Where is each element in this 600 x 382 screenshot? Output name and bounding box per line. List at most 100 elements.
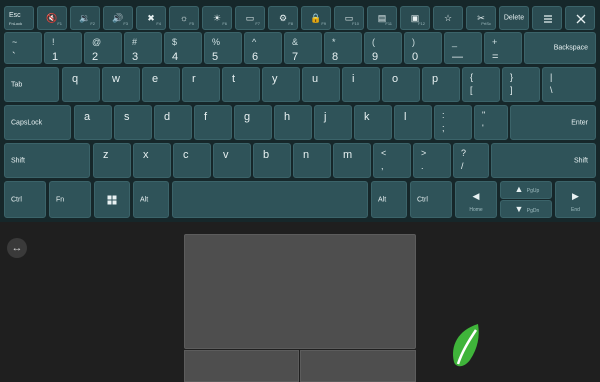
alt-left-key[interactable]: Alt — [133, 181, 169, 218]
key-bottom-label: 9 — [372, 51, 379, 63]
key-x[interactable]: x — [133, 143, 171, 178]
f4-mic-mute-key[interactable]: ✖ F4 — [136, 6, 166, 30]
key-j[interactable]: j — [314, 105, 352, 140]
f10-label: F10 — [352, 21, 359, 26]
key-comma[interactable]: < , — [373, 143, 411, 178]
key-y[interactable]: y — [262, 67, 300, 102]
key-bottom-label: [ — [470, 85, 473, 95]
key-backtick[interactable]: ~ ` — [4, 32, 42, 64]
alt-right-key[interactable]: Alt — [371, 181, 407, 218]
delete-label: Delete — [503, 14, 525, 22]
tab-key[interactable]: Tab — [4, 67, 59, 102]
windows-key[interactable] — [94, 181, 130, 218]
key-u[interactable]: u — [302, 67, 340, 102]
key-label: o — [392, 73, 399, 85]
key-top-label: % — [212, 37, 221, 47]
key-e[interactable]: e — [142, 67, 180, 102]
key-bottom-label: 8 — [332, 51, 339, 63]
key-equals[interactable]: + = — [484, 32, 522, 64]
key-a[interactable]: a — [74, 105, 112, 140]
close-button[interactable] — [565, 6, 595, 30]
key-5[interactable]: % 5 — [204, 32, 242, 64]
key-slash[interactable]: ? / — [453, 143, 489, 178]
key-z[interactable]: z — [93, 143, 131, 178]
key-b[interactable]: b — [253, 143, 291, 178]
key-top-label: > — [421, 148, 427, 158]
right-arrow-key[interactable]: ▶ End — [555, 181, 596, 218]
ctrl-right-key[interactable]: Ctrl — [410, 181, 452, 218]
fn-key[interactable]: Fn — [49, 181, 91, 218]
f5-brightness-down-key[interactable]: ☼ F5 — [169, 6, 199, 30]
key-bracket-open[interactable]: { [ — [462, 67, 500, 102]
key-label: h — [284, 111, 291, 123]
key-m[interactable]: m — [333, 143, 371, 178]
key-n[interactable]: n — [293, 143, 331, 178]
key-quote[interactable]: " ' — [474, 105, 508, 140]
f3-volume-up-key[interactable]: 🔊 F3 — [103, 6, 133, 30]
key-g[interactable]: g — [234, 105, 272, 140]
key-bottom-label: 2 — [92, 51, 99, 63]
f1-mute-key[interactable]: 🔇 F1 — [37, 6, 67, 30]
f5-label: F5 — [189, 21, 194, 26]
touchpad-right-button[interactable] — [300, 350, 416, 382]
key-i[interactable]: i — [342, 67, 380, 102]
enter-key[interactable]: Enter — [510, 105, 596, 140]
key-o[interactable]: o — [382, 67, 420, 102]
left-arrow-key[interactable]: ◀ Home — [455, 181, 497, 218]
key-f[interactable]: f — [194, 105, 232, 140]
key-semicolon[interactable]: : ; — [434, 105, 472, 140]
f12-projector-key[interactable]: ▣ F12 — [400, 6, 430, 30]
shift-right-key[interactable]: Shift — [491, 143, 596, 178]
f2-volume-down-key[interactable]: 🔉 F2 — [70, 6, 100, 30]
key-0[interactable]: ) 0 — [404, 32, 442, 64]
ctrl-left-key[interactable]: Ctrl — [4, 181, 46, 218]
key-h[interactable]: h — [274, 105, 312, 140]
key-q[interactable]: q — [62, 67, 100, 102]
key-2[interactable]: @ 2 — [84, 32, 122, 64]
key-c[interactable]: c — [173, 143, 211, 178]
key-7[interactable]: & 7 — [284, 32, 322, 64]
key-r[interactable]: r — [182, 67, 220, 102]
key-8[interactable]: * 8 — [324, 32, 362, 64]
f9-lock-key[interactable]: 🔒 F9 — [301, 6, 331, 30]
key-p[interactable]: p — [422, 67, 460, 102]
key-1[interactable]: ! 1 — [44, 32, 82, 64]
star-key[interactable]: ☆ — [433, 6, 463, 30]
key-bracket-close[interactable]: } ] — [502, 67, 540, 102]
touchpad-left-button[interactable] — [184, 350, 299, 382]
key-minus[interactable]: _ — — [444, 32, 482, 64]
spacebar[interactable] — [172, 181, 368, 218]
backspace-key[interactable]: Backspace — [524, 32, 596, 64]
f10-laptop-key[interactable]: ▭ F10 — [334, 6, 364, 30]
f7-display-switch-key[interactable]: ▭ F7 — [235, 6, 265, 30]
shift-left-key[interactable]: Shift — [4, 143, 90, 178]
esc-key[interactable]: Esc FnLock — [4, 6, 34, 30]
up-arrow-key[interactable]: ▲ PgUp — [500, 181, 552, 199]
key-3[interactable]: # 3 — [124, 32, 162, 64]
delete-key[interactable]: Delete — [499, 6, 529, 30]
key-4[interactable]: $ 4 — [164, 32, 202, 64]
key-v[interactable]: v — [213, 143, 251, 178]
menu-button[interactable] — [532, 6, 562, 30]
f8-settings-key[interactable]: ⚙ F8 — [268, 6, 298, 30]
key-backslash[interactable]: | \ — [542, 67, 596, 102]
key-t[interactable]: t — [222, 67, 260, 102]
key-k[interactable]: k — [354, 105, 392, 140]
down-arrow-key[interactable]: ▼ PgDn — [500, 200, 552, 218]
f11-calculator-key[interactable]: ▤ F11 — [367, 6, 397, 30]
key-w[interactable]: w — [102, 67, 140, 102]
key-s[interactable]: s — [114, 105, 152, 140]
key-bottom-label: ' — [482, 123, 484, 133]
key-period[interactable]: > . — [413, 143, 451, 178]
key-9[interactable]: ( 9 — [364, 32, 402, 64]
key-bottom-label: / — [461, 161, 464, 171]
key-d[interactable]: d — [154, 105, 192, 140]
key-l[interactable]: l — [394, 105, 432, 140]
resize-toggle-button[interactable]: ↔ — [7, 238, 27, 258]
backspace-label: Backspace — [553, 44, 588, 52]
prtsc-key[interactable]: ✂ PrtSc — [466, 6, 496, 30]
capslock-key[interactable]: CapsLock — [4, 105, 71, 140]
f6-brightness-up-key[interactable]: ☀ F6 — [202, 6, 232, 30]
key-6[interactable]: ^ 6 — [244, 32, 282, 64]
touchpad-surface[interactable] — [184, 234, 416, 349]
